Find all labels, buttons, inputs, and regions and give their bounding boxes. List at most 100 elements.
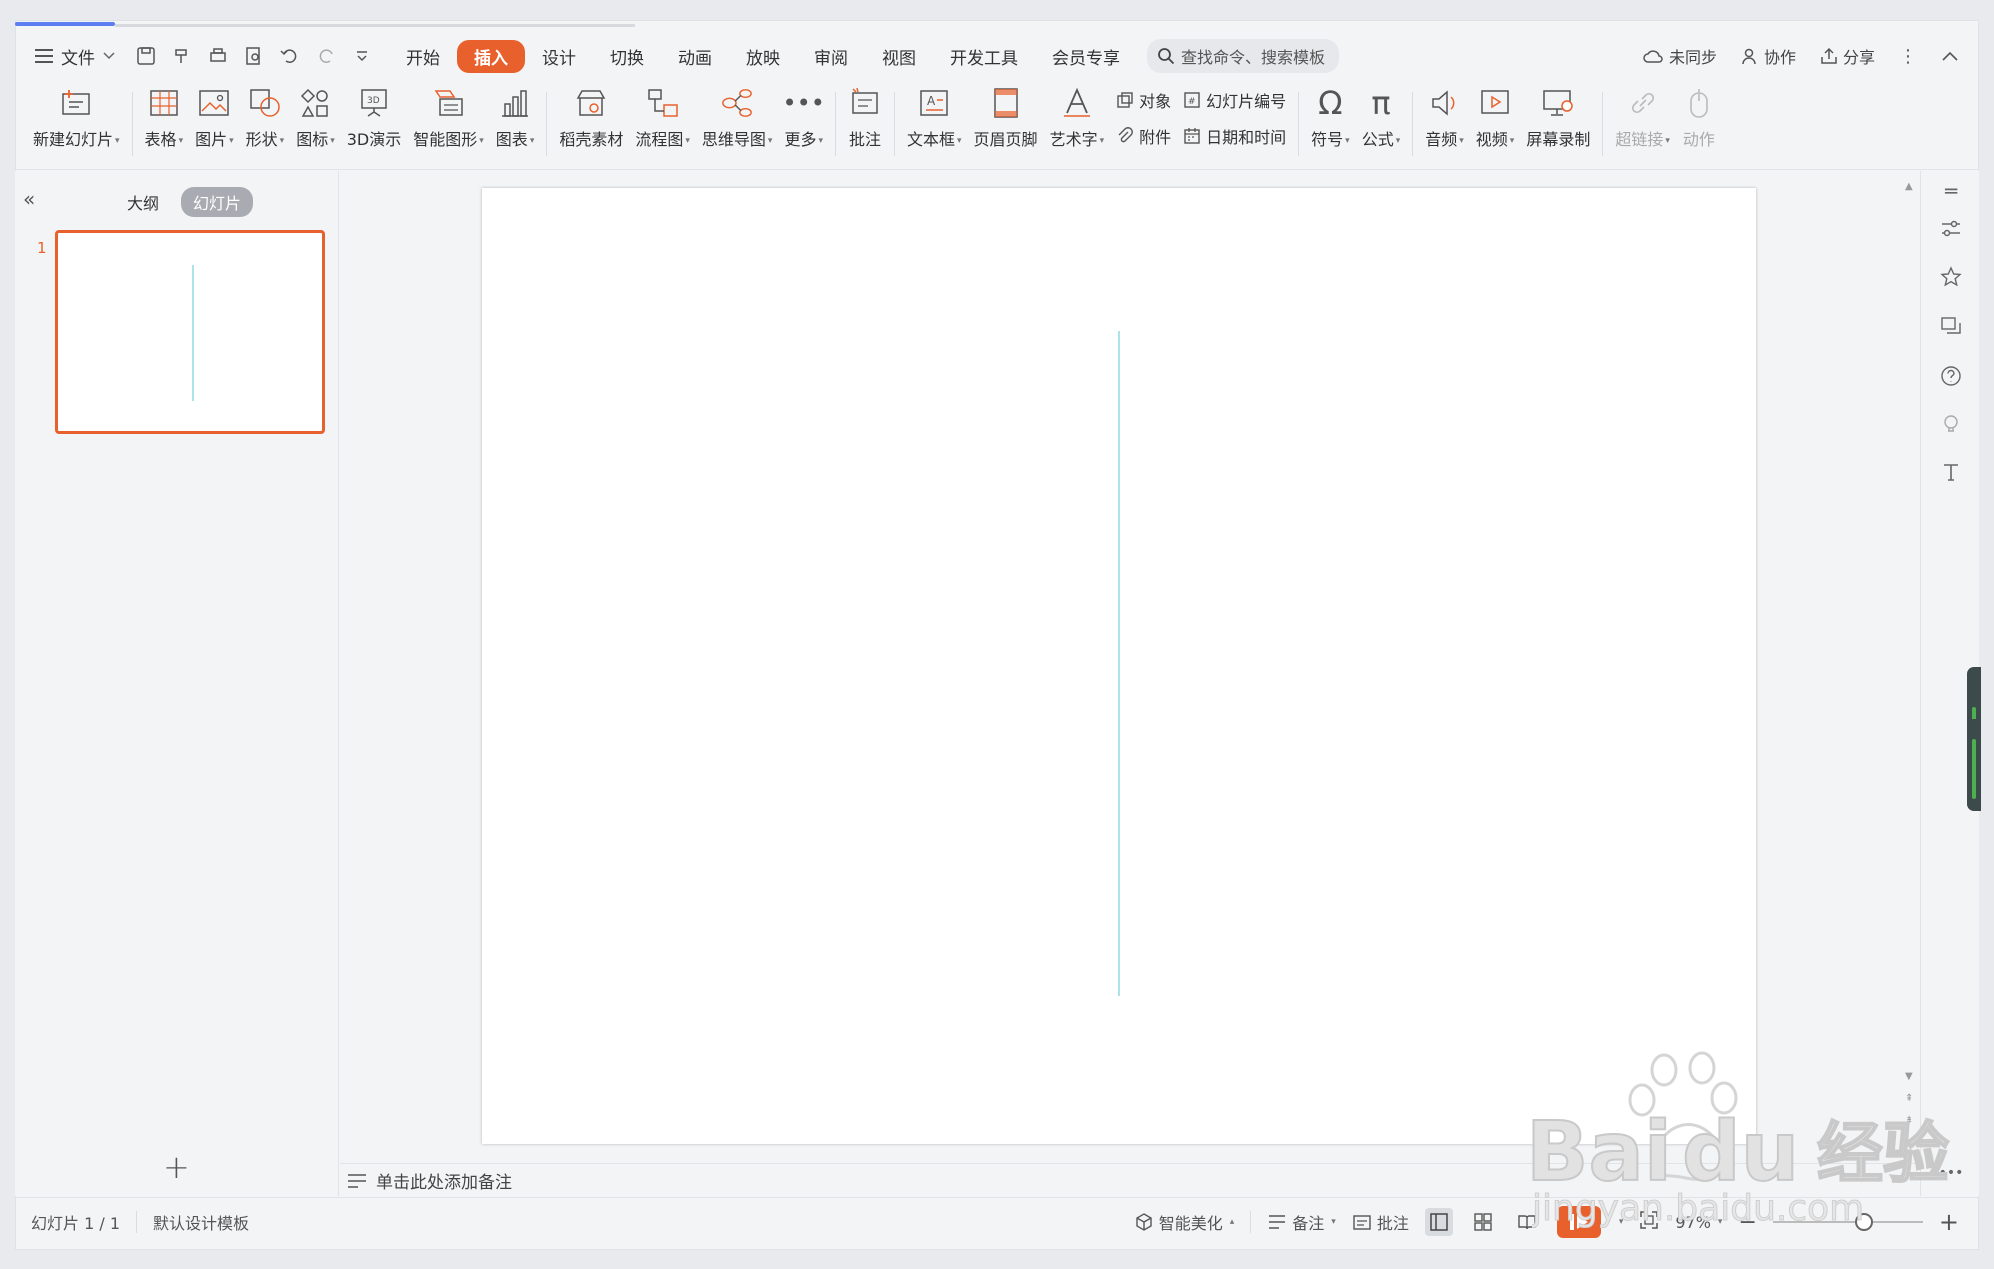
drag-handle-icon[interactable]: ═ (1939, 179, 1963, 203)
beautify-button[interactable]: 智能美化 ▴ (1134, 1210, 1234, 1234)
slides-layout-icon[interactable] (1939, 315, 1963, 339)
next-slide-icon[interactable]: ⇟ (1905, 1115, 1913, 1126)
demo3d-label: 3D演示 (346, 130, 402, 149)
tab-slides[interactable]: 幻灯片 (181, 187, 254, 217)
sync-button[interactable]: 未同步 (1642, 44, 1717, 68)
ribbon-separator (131, 92, 133, 156)
flowchart-button[interactable]: 流程图 ▾ (629, 80, 696, 150)
object-button[interactable]: 对象 (1116, 88, 1171, 112)
text-format-icon[interactable] (1939, 460, 1963, 484)
save-icon[interactable] (135, 45, 157, 67)
tab-review[interactable]: 审阅 (797, 40, 865, 73)
tab-slideshow[interactable]: 放映 (729, 40, 797, 73)
new-slide-icon (59, 86, 93, 120)
more-button[interactable]: ••• 更多 ▾ (778, 80, 829, 150)
audio-button[interactable]: 音频 ▾ (1419, 80, 1470, 150)
add-slide-icon[interactable]: + (163, 1148, 190, 1186)
zoom-out-icon[interactable]: − (1738, 1210, 1756, 1235)
print-icon[interactable] (207, 45, 229, 67)
slide-thumbnail[interactable] (55, 230, 325, 434)
textbox-button[interactable]: A 文本框 ▾ (901, 80, 968, 150)
slide-panel: « 大纲 幻灯片 1 + (15, 171, 339, 1196)
tab-animations[interactable]: 动画 (661, 40, 729, 73)
floating-widget-tab-2[interactable] (1967, 719, 1981, 811)
star-icon[interactable] (1939, 265, 1963, 289)
collaborate-button[interactable]: 协作 (1741, 44, 1796, 68)
scroll-up-icon[interactable]: ▲ (1905, 181, 1913, 192)
picture-button[interactable]: 图片 ▾ (189, 80, 240, 150)
sorter-view-button[interactable] (1469, 1208, 1497, 1236)
cloud-icon (1643, 50, 1663, 63)
action-button[interactable]: 动作 (1676, 80, 1722, 150)
tab-transitions[interactable]: 切换 (593, 40, 661, 73)
more-horizontal-icon[interactable]: ••• (1939, 1161, 1964, 1185)
object-icon (1117, 92, 1133, 108)
icon-button[interactable]: 图标 ▾ (290, 80, 341, 150)
share-button[interactable]: 分享 (1820, 44, 1875, 68)
zoom-slider[interactable] (1772, 1213, 1923, 1231)
tab-indicator (15, 22, 115, 26)
fit-window-icon[interactable] (1639, 1210, 1659, 1234)
lightbulb-icon[interactable] (1939, 412, 1963, 436)
slide-canvas[interactable] (482, 188, 1756, 1144)
chart-button[interactable]: 图表 ▾ (490, 80, 541, 150)
calendar-icon (1184, 128, 1200, 144)
table-button[interactable]: 表格 ▾ (139, 80, 190, 150)
print-preview-icon[interactable] (243, 45, 265, 67)
speaker-icon (1428, 86, 1462, 120)
wordart-button[interactable]: 艺术字 ▾ (1044, 80, 1111, 150)
notes-area[interactable]: 单击此处添加备注 (340, 1163, 1920, 1197)
header-footer-button[interactable]: 页眉页脚 (968, 80, 1044, 150)
more-label: 更多 (784, 130, 817, 149)
vertical-scrollbar[interactable]: ▲ ▼ ⇞ ⇟ (1900, 171, 1920, 1163)
zoom-in-icon[interactable]: + (1939, 1208, 1959, 1236)
demo3d-button[interactable]: 3D 3D演示 (341, 80, 408, 150)
play-options-icon[interactable]: ▾ (1619, 1217, 1624, 1227)
command-search[interactable]: 查找命令、搜索模板 (1147, 39, 1339, 73)
smartart-button[interactable]: 智能图形 ▾ (407, 80, 490, 150)
more-vertical-icon[interactable]: ⋮ (1899, 46, 1917, 67)
zoom-level[interactable]: 97% ▾ (1675, 1213, 1722, 1232)
comment-toggle-button[interactable]: 批注 (1352, 1210, 1409, 1234)
file-menu[interactable]: 文件 (15, 44, 123, 69)
redo-icon[interactable] (315, 45, 337, 67)
video-button[interactable]: 视频 ▾ (1470, 80, 1521, 150)
tab-member[interactable]: 会员专享 (1035, 40, 1137, 73)
tab-insert[interactable]: 插入 (457, 39, 525, 73)
scroll-down-icon[interactable]: ▼ (1905, 1071, 1913, 1082)
symbol-button[interactable]: Ω 符号 ▾ (1305, 80, 1356, 150)
formula-button[interactable]: π 公式 ▾ (1356, 80, 1407, 150)
tab-view[interactable]: 视图 (865, 40, 933, 73)
attachment-button[interactable]: 附件 (1116, 124, 1171, 148)
help-icon[interactable] (1939, 364, 1963, 388)
zoom-slider-knob[interactable] (1854, 1213, 1873, 1231)
shape-button[interactable]: 形状 ▾ (240, 80, 291, 150)
tab-design[interactable]: 设计 (525, 40, 593, 73)
comment-button[interactable]: 批注 (842, 80, 888, 150)
property-icon[interactable] (1939, 217, 1963, 241)
previous-slide-icon[interactable]: ⇞ (1905, 1093, 1913, 1104)
hyperlink-button[interactable]: 超链接 ▾ (1609, 80, 1676, 150)
tab-developer[interactable]: 开发工具 (933, 40, 1035, 73)
action-label: 动作 (1682, 130, 1715, 149)
notes-toggle-button[interactable]: 备注 ▾ (1267, 1210, 1336, 1234)
tab-outline[interactable]: 大纲 (115, 187, 171, 217)
material-button[interactable]: 稻壳素材 (553, 80, 629, 150)
play-slideshow-button[interactable] (1556, 1206, 1601, 1238)
mindmap-button[interactable]: 思维导图 ▾ (696, 80, 779, 150)
picture-icon (197, 86, 231, 120)
slide-number-button[interactable]: # 幻灯片编号 (1183, 88, 1286, 112)
screen-record-button[interactable]: 屏幕录制 (1520, 80, 1596, 150)
undo-icon[interactable] (279, 45, 301, 67)
new-slide-button[interactable]: 新建幻灯片 ▾ (27, 80, 126, 150)
customize-toolbar-icon[interactable] (351, 45, 373, 67)
slide-vertical-line[interactable] (1118, 331, 1120, 996)
collapse-panel-icon[interactable]: « (23, 187, 35, 211)
collapse-ribbon-icon[interactable] (1941, 50, 1959, 62)
template-name[interactable]: 默认设计模板 (137, 1210, 265, 1234)
reading-view-button[interactable] (1513, 1208, 1541, 1236)
tab-home[interactable]: 开始 (389, 40, 457, 73)
normal-view-button[interactable] (1424, 1208, 1453, 1236)
format-painter-icon[interactable] (171, 45, 193, 67)
datetime-button[interactable]: 日期和时间 (1183, 124, 1286, 148)
